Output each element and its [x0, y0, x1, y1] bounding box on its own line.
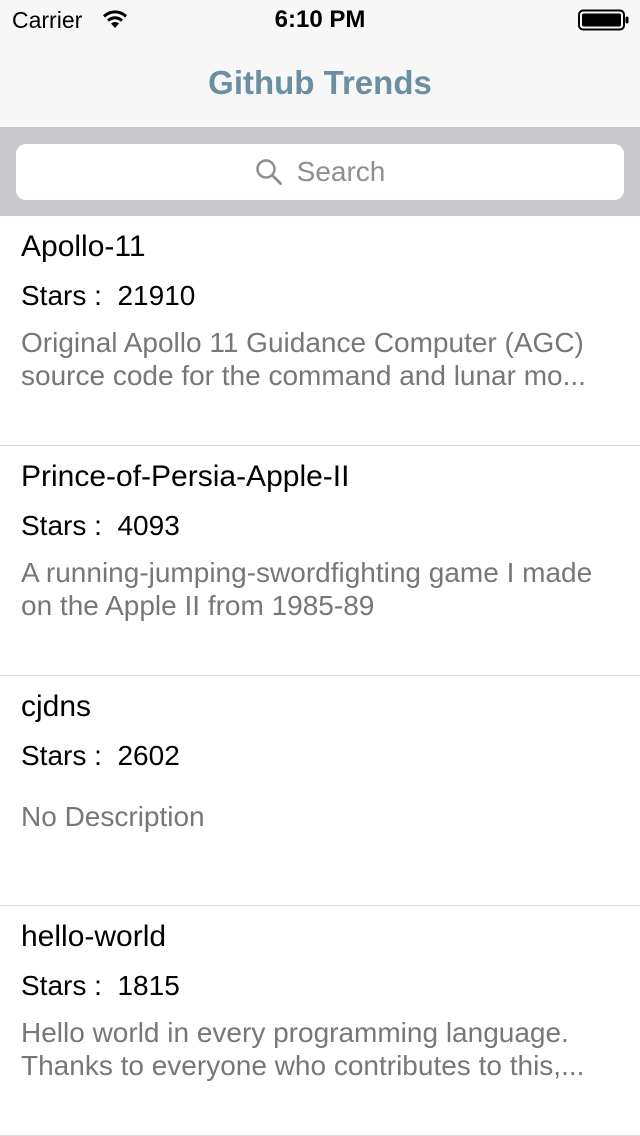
- repo-row-hello-world[interactable]: hello-world Stars : 1815 Hello world in …: [0, 906, 640, 1136]
- stars-line: Stars : 4093: [21, 510, 180, 542]
- repo-name: Apollo-11: [21, 230, 146, 263]
- repo-row-cjdns[interactable]: cjdns Stars : 2602 No Description: [0, 676, 640, 906]
- page-title: Github Trends: [208, 64, 432, 101]
- stars-count: 4093: [117, 510, 180, 541]
- stars-line: Stars : 2602: [21, 740, 180, 772]
- status-bar: Carrier 6:10 PM: [0, 0, 640, 40]
- stars-label: Stars :: [21, 510, 102, 541]
- search-placeholder: Search: [296, 156, 386, 187]
- stars-line: Stars : 21910: [21, 280, 195, 312]
- stars-label: Stars :: [21, 740, 102, 771]
- stars-count: 2602: [117, 740, 180, 771]
- repo-description: No Description: [21, 801, 205, 832]
- search-icon: [255, 159, 282, 185]
- stars-label: Stars :: [21, 970, 102, 1001]
- search-input[interactable]: Search: [16, 144, 624, 200]
- search-bar: Search: [0, 128, 640, 216]
- battery-icon: [578, 9, 629, 31]
- stars-label: Stars :: [21, 280, 102, 311]
- repo-name: hello-world: [21, 920, 167, 953]
- stars-count: 21910: [117, 280, 196, 311]
- navigation-bar: Carrier 6:10 PM Github Trends: [0, 0, 640, 128]
- repo-name: cjdns: [21, 690, 92, 723]
- repo-description: A running-jumping-swordfighting game I m…: [21, 557, 593, 621]
- stars-count: 1815: [117, 970, 180, 1001]
- repo-list: Apollo-11 Stars : 21910 Original Apollo …: [0, 216, 640, 1136]
- stars-line: Stars : 1815: [21, 970, 180, 1002]
- repo-description: Original Apollo 11 Guidance Computer (AG…: [21, 327, 586, 391]
- repo-description: Hello world in every programming languag…: [21, 1017, 585, 1081]
- repo-row-prince-of-persia[interactable]: Prince-of-Persia-Apple-II Stars : 4093 A…: [0, 446, 640, 676]
- clock: 6:10 PM: [274, 6, 366, 33]
- repo-name: Prince-of-Persia-Apple-II: [21, 460, 350, 493]
- repo-row-apollo-11[interactable]: Apollo-11 Stars : 21910 Original Apollo …: [0, 216, 640, 446]
